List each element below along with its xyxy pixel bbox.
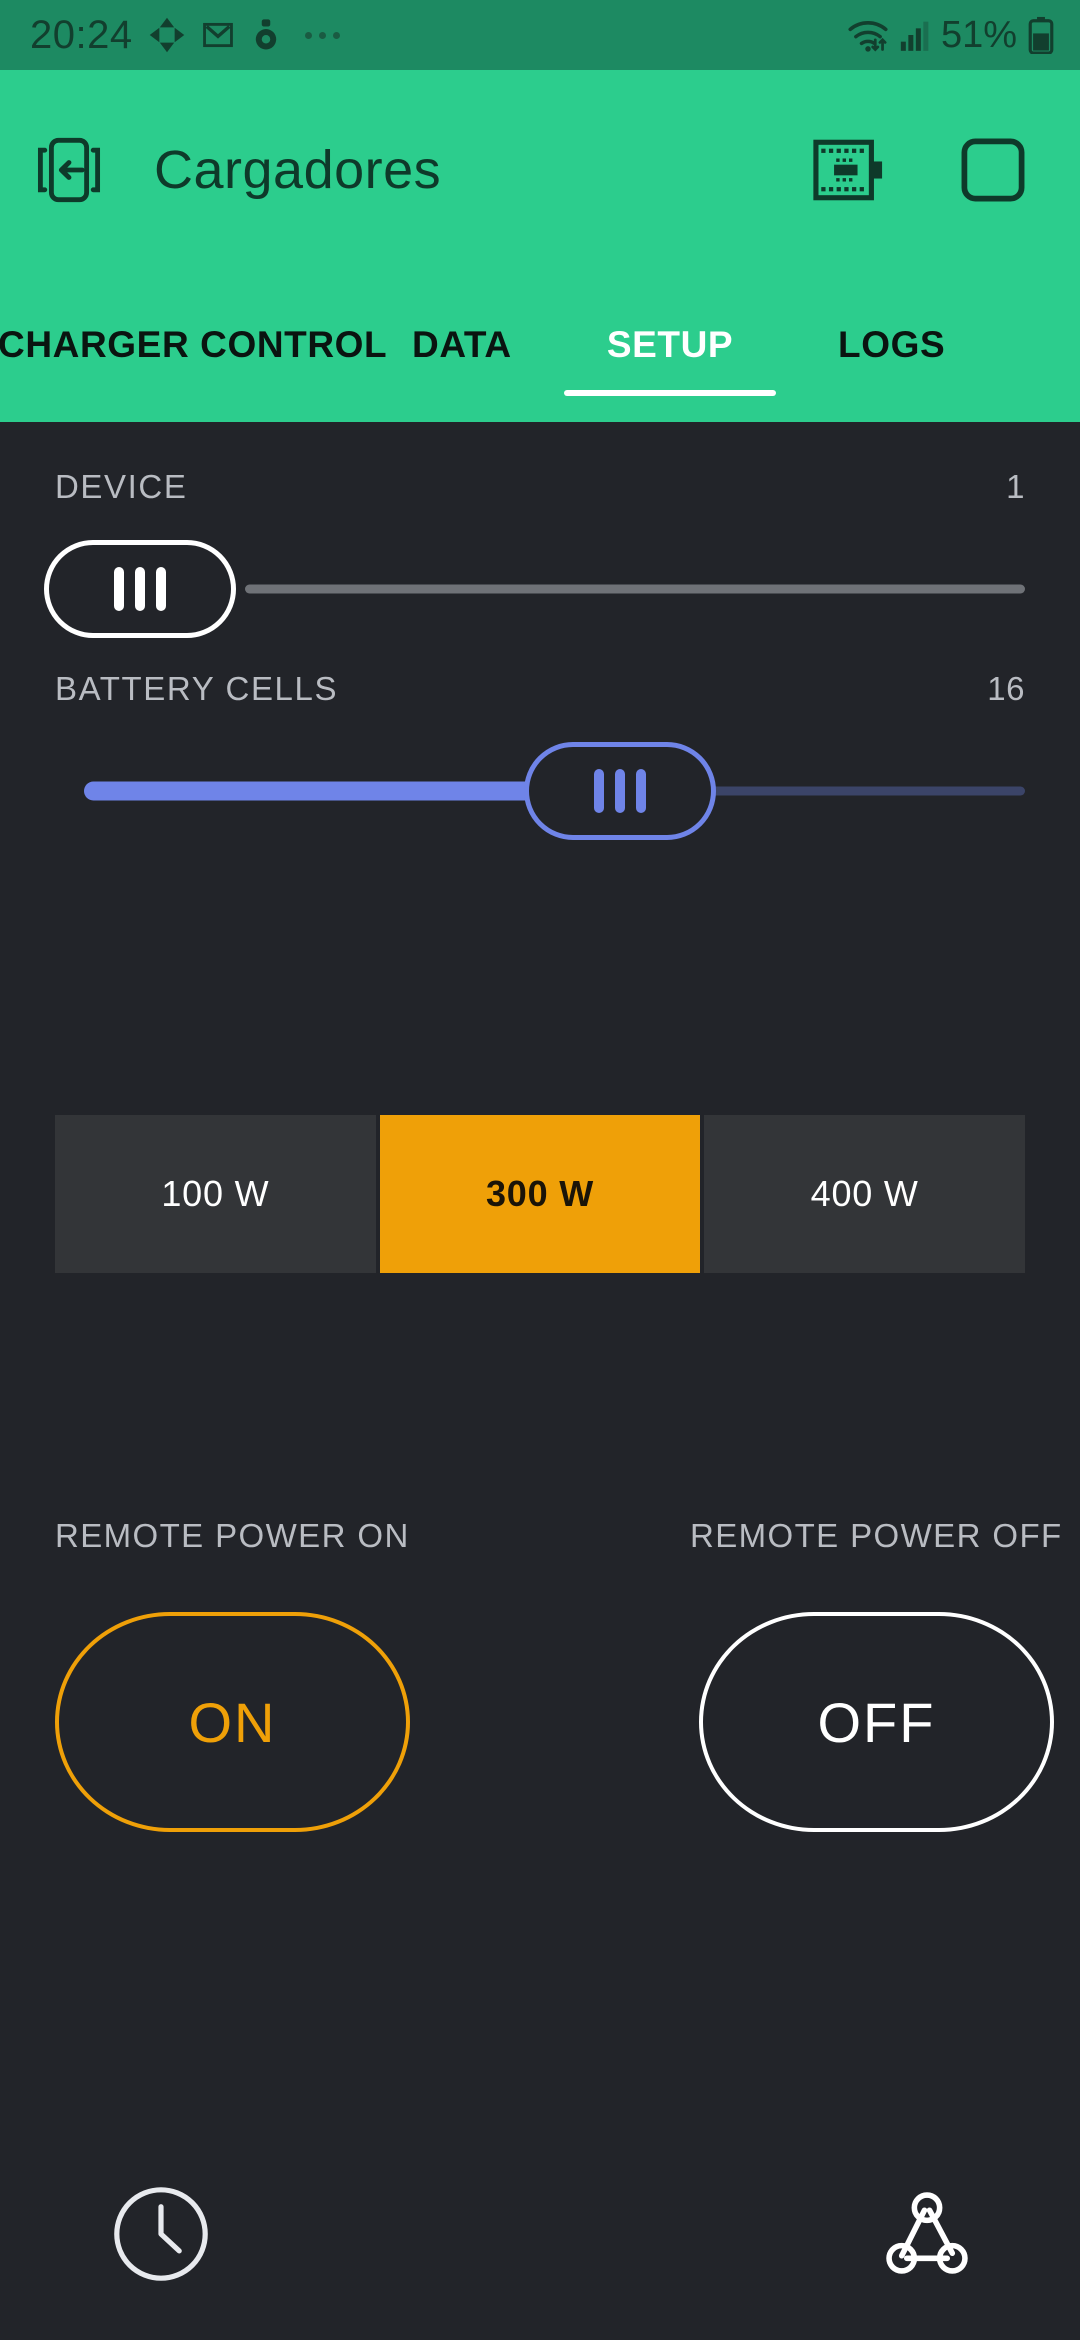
triangle-node-icon[interactable] (884, 2190, 970, 2281)
tab-logs[interactable]: LOGS (838, 270, 945, 422)
remote-power-on-button[interactable]: ON (55, 1612, 410, 1832)
rounded-square-icon[interactable] (960, 137, 1026, 203)
remote-power-off-label: REMOTE POWER OFF (690, 1517, 1063, 1554)
battery-cells-slider-value: 16 (987, 670, 1025, 707)
battery-cells-slider-block: BATTERY CELLS 16 (0, 670, 1080, 846)
battery-cells-slider-thumb[interactable] (524, 742, 716, 840)
tab-charger-control[interactable]: CHARGER CONTROL (0, 270, 387, 422)
tab-indicator (564, 390, 776, 396)
tab-label: SETUP (606, 324, 734, 365)
tab-label: CHARGER CONTROL (0, 324, 388, 365)
status-bar-right: 51% (847, 14, 1054, 57)
fitness-icon (251, 18, 281, 52)
clock-icon[interactable] (109, 2182, 213, 2291)
app-screen: 20:24 51% Cargadores CHARGER CONTROL DAT… (0, 0, 1080, 2340)
segment-label: 100 W (161, 1173, 270, 1214)
tab-setup[interactable]: SETUP (564, 270, 776, 422)
app-bar: Cargadores (0, 70, 1080, 270)
power-segmented-control: 100 W 300 W 400 W (55, 1115, 1026, 1273)
device-slider-value: 1 (1006, 468, 1025, 505)
tab-label: LOGS (838, 324, 946, 365)
cellular-signal-icon (900, 18, 930, 52)
remote-power-on-group: REMOTE POWER ON ON (55, 1517, 515, 1832)
setup-panel: DEVICE 1 BATTERY CELLS 16 100 W 300 W 40… (0, 422, 1080, 2340)
circuit-board-icon[interactable] (812, 138, 886, 202)
remote-power-on-label: REMOTE POWER ON (55, 1517, 410, 1554)
page-title: Cargadores (154, 140, 442, 200)
status-bar-clock: 20:24 (30, 12, 133, 57)
device-slider-block: DEVICE 1 (0, 468, 1080, 644)
device-slider-label: DEVICE (55, 468, 188, 505)
tab-data[interactable]: DATA (412, 270, 512, 422)
tab-label: DATA (412, 324, 512, 365)
battery-cells-slider-label: BATTERY CELLS (55, 670, 339, 707)
remote-power-on-button-label: ON (188, 1690, 277, 1754)
segment-label: 400 W (810, 1173, 919, 1214)
battery-cells-slider-track[interactable] (0, 736, 1080, 846)
segment-100w[interactable]: 100 W (55, 1115, 376, 1273)
remote-power-off-button[interactable]: OFF (699, 1612, 1054, 1832)
device-slider-rail (245, 584, 1025, 594)
bottom-icon-bar (0, 2122, 1080, 2340)
gmail-icon (201, 18, 235, 52)
tab-bar: CHARGER CONTROL DATA SETUP LOGS (0, 270, 1080, 422)
device-slider-thumb[interactable] (44, 540, 236, 638)
navigation-icon (149, 17, 185, 53)
remote-power-off-group: REMOTE POWER OFF OFF (690, 1517, 1080, 1832)
remote-power-off-button-label: OFF (817, 1690, 936, 1754)
segment-300w[interactable]: 300 W (379, 1115, 701, 1273)
device-slider-track[interactable] (0, 534, 1080, 644)
app-bar-actions (812, 137, 1044, 203)
battery-icon (1028, 16, 1054, 54)
device-slider-header: DEVICE 1 (0, 468, 1080, 506)
battery-cells-slider-fill (84, 781, 544, 801)
status-bar: 20:24 51% (0, 0, 1080, 70)
overflow-dots-icon (304, 31, 340, 39)
battery-percent-label: 51% (940, 13, 1017, 56)
status-bar-left: 20:24 (30, 13, 340, 58)
exit-device-icon[interactable] (36, 134, 102, 206)
wifi-icon (847, 17, 889, 53)
segment-label: 300 W (485, 1173, 595, 1214)
segment-400w[interactable]: 400 W (704, 1115, 1026, 1273)
battery-cells-slider-header: BATTERY CELLS 16 (0, 670, 1080, 708)
